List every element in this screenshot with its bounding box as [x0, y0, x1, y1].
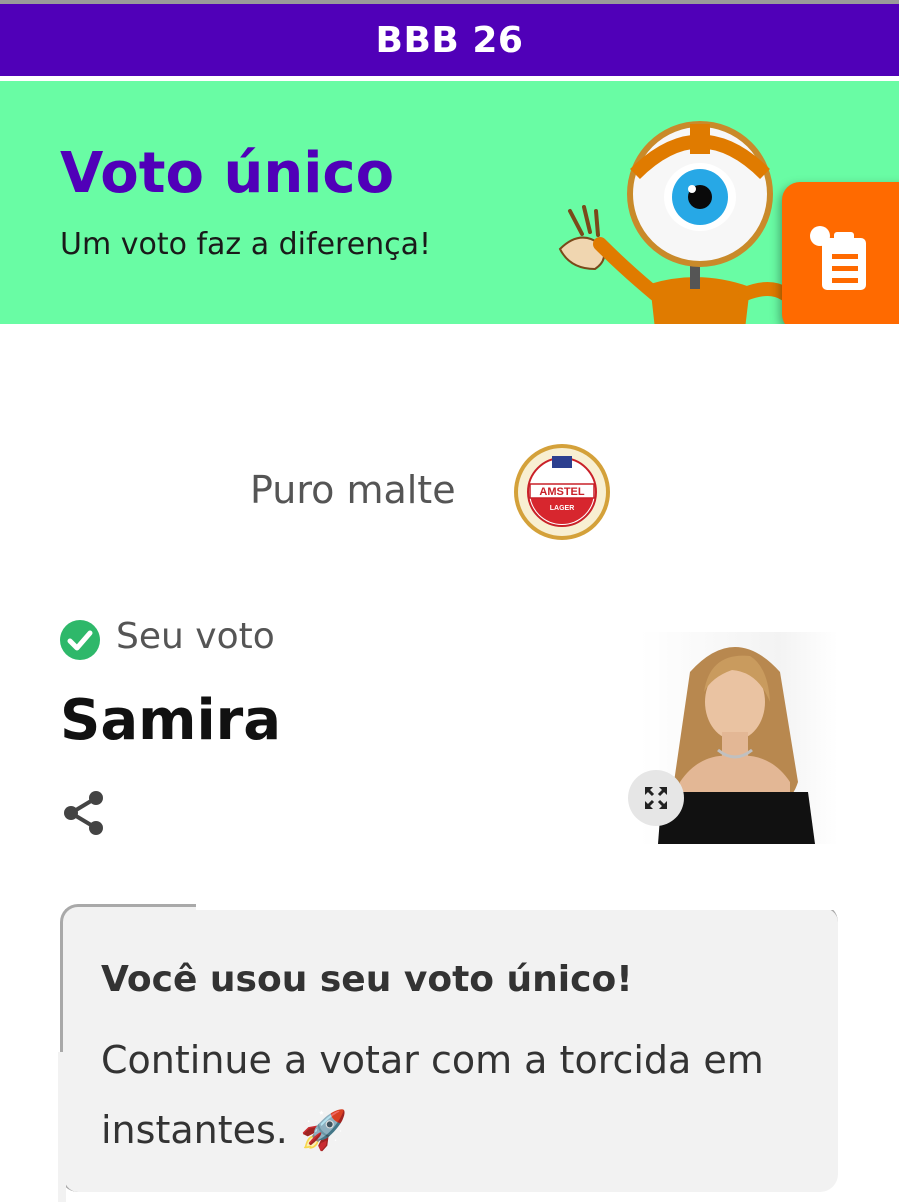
- info-card-top-mask: [196, 900, 846, 910]
- vote-status-label: Seu voto: [116, 616, 275, 657]
- banner-subtitle: Um voto faz a diferença!: [60, 227, 432, 262]
- sponsor-strip: Puro malte AMSTEL LAGER: [0, 430, 899, 560]
- expand-photo-button[interactable]: [628, 770, 684, 826]
- top-bar: BBB 26: [0, 0, 899, 76]
- svg-text:AMSTEL: AMSTEL: [539, 486, 585, 498]
- voted-participant-name: Samira: [60, 688, 282, 753]
- info-message: Continue a votar com a torcida em instan…: [101, 1038, 764, 1152]
- banner-title: Voto único: [60, 141, 395, 206]
- share-icon[interactable]: [62, 790, 106, 836]
- app-title: BBB 26: [375, 19, 524, 61]
- hero-banner: Voto único Um voto faz a diferença!: [0, 81, 899, 324]
- expand-icon: [644, 786, 668, 810]
- info-card: Você usou seu voto único! Continue a vot…: [60, 904, 838, 1192]
- amstel-logo: AMSTEL LAGER: [514, 444, 610, 540]
- info-title: Você usou seu voto único!: [101, 959, 633, 1000]
- mascot-icon: [558, 121, 792, 324]
- svg-text:LAGER: LAGER: [550, 505, 575, 512]
- check-circle-icon: [60, 620, 100, 660]
- clipboard-list-icon: [810, 226, 866, 290]
- info-card-border-mask: [58, 1052, 66, 1202]
- floating-clipboard-button[interactable]: [782, 182, 899, 324]
- sponsor-tagline: Puro malte: [250, 468, 456, 512]
